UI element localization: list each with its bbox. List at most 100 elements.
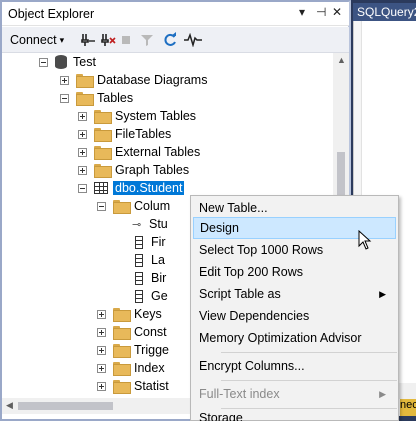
- collapse-icon[interactable]: [39, 57, 48, 67]
- tree-node-columns[interactable]: Colum: [97, 197, 170, 215]
- refresh-icon[interactable]: [162, 31, 178, 49]
- folder-icon: [76, 74, 94, 88]
- menu-item-memory-optimization-advisor[interactable]: Memory Optimization Advisor: [193, 327, 396, 349]
- mouse-cursor-icon: [358, 230, 372, 250]
- folder-icon: [113, 380, 131, 394]
- folder-icon: [113, 344, 131, 358]
- column-icon: [135, 253, 143, 267]
- filetables-label: FileTables: [115, 127, 172, 141]
- expand-icon[interactable]: [78, 129, 87, 139]
- menu-separator: [221, 408, 397, 409]
- folder-icon: [113, 326, 131, 340]
- expand-icon[interactable]: [78, 147, 87, 157]
- connect-icon[interactable]: [80, 31, 96, 49]
- column-icon: [135, 289, 143, 303]
- tree-node-column[interactable]: Ge: [135, 287, 168, 305]
- menu-item-view-dependencies[interactable]: View Dependencies: [193, 305, 396, 327]
- folder-icon: [94, 110, 112, 124]
- tree-node-database[interactable]: Test: [39, 53, 96, 71]
- tree-node-graph-tables[interactable]: Graph Tables: [78, 161, 189, 179]
- disconnect-icon[interactable]: [100, 31, 116, 49]
- auto-hide-pin-icon[interactable]: ⊣: [316, 5, 326, 19]
- menu-item-label: Storage: [199, 411, 243, 421]
- filter-icon[interactable]: [140, 31, 154, 49]
- window-position-dropdown-icon[interactable]: ▾: [299, 5, 305, 19]
- expand-icon[interactable]: [60, 75, 69, 85]
- tables-label: Tables: [97, 91, 134, 105]
- tree-node-indexes[interactable]: Index: [97, 359, 165, 377]
- status-strip: nec: [400, 399, 416, 416]
- tree-node-keys[interactable]: Keys: [97, 305, 162, 323]
- expand-icon[interactable]: [97, 327, 106, 337]
- tab-sqlquery2[interactable]: SQLQuery2: [353, 3, 416, 21]
- collapse-icon[interactable]: [97, 201, 106, 211]
- tree-node-database-diagrams[interactable]: Database Diagrams: [60, 71, 207, 89]
- context-menu: New Table... Design Select Top 1000 Rows…: [190, 195, 399, 421]
- menu-item-storage[interactable]: Storage: [193, 411, 396, 421]
- menu-item-edit-top-200-rows[interactable]: Edit Top 200 Rows: [193, 261, 396, 283]
- menu-item-label: Encrypt Columns...: [199, 359, 305, 373]
- tree-node-dbo-student[interactable]: dbo.Student: [78, 179, 185, 197]
- column-label: Fir: [151, 235, 166, 249]
- database-label: Test: [73, 55, 96, 69]
- expand-icon[interactable]: [97, 381, 106, 391]
- tree-node-system-tables[interactable]: System Tables: [78, 107, 196, 125]
- menu-item-encrypt-columns[interactable]: Encrypt Columns...: [193, 355, 396, 377]
- activity-monitor-icon[interactable]: [184, 31, 202, 49]
- graph-tables-label: Graph Tables: [115, 163, 190, 177]
- expand-icon[interactable]: [97, 363, 106, 373]
- menu-item-full-text-index[interactable]: Full-Text index ▶: [193, 383, 396, 405]
- menu-item-new-table[interactable]: New Table...: [193, 197, 396, 219]
- tree-node-column[interactable]: Bir: [135, 269, 166, 287]
- folder-icon: [94, 164, 112, 178]
- chevron-down-icon: ▾: [59, 34, 65, 45]
- triggers-label: Trigge: [134, 343, 169, 357]
- folder-icon: [76, 92, 94, 106]
- submenu-arrow-icon: ▶: [379, 288, 386, 299]
- tree-node-constraints[interactable]: Const: [97, 323, 167, 341]
- expand-icon[interactable]: [78, 111, 87, 121]
- selected-table-label: dbo.Student: [113, 181, 185, 195]
- database-diagrams-label: Database Diagrams: [97, 73, 208, 87]
- menu-item-label: Design: [200, 221, 239, 235]
- column-icon: [135, 271, 143, 285]
- expand-icon[interactable]: [97, 345, 106, 355]
- scroll-left-icon[interactable]: ◀: [6, 400, 13, 411]
- scroll-up-icon[interactable]: ▲: [337, 55, 346, 65]
- collapse-icon[interactable]: [60, 93, 69, 103]
- menu-item-label: Full-Text index: [199, 387, 280, 401]
- keys-label: Keys: [134, 307, 162, 321]
- connect-button[interactable]: Connect ▾: [10, 31, 64, 49]
- object-explorer-title: Object Explorer: [8, 7, 95, 21]
- tree-node-statistics[interactable]: Statist: [97, 377, 169, 395]
- object-explorer-title-bar: Object Explorer ▾ ⊣ ✕: [2, 2, 349, 26]
- external-tables-label: External Tables: [115, 145, 201, 159]
- column-icon: [135, 235, 143, 249]
- connect-label: Connect: [10, 33, 57, 47]
- menu-item-label: Edit Top 200 Rows: [199, 265, 303, 279]
- system-tables-label: System Tables: [115, 109, 197, 123]
- scrollbar-thumb[interactable]: [18, 402, 113, 410]
- submenu-arrow-icon: ▶: [379, 388, 386, 399]
- database-icon: [55, 55, 67, 69]
- stop-icon[interactable]: [120, 31, 132, 49]
- collapse-icon[interactable]: [78, 183, 87, 193]
- tree-node-column-key[interactable]: ⊸ Stu: [132, 215, 168, 233]
- tree-node-external-tables[interactable]: External Tables: [78, 143, 200, 161]
- tree-node-filetables[interactable]: FileTables: [78, 125, 171, 143]
- tree-node-column[interactable]: Fir: [135, 233, 166, 251]
- expand-icon[interactable]: [78, 165, 87, 175]
- menu-item-script-table-as[interactable]: Script Table as ▶: [193, 283, 396, 305]
- column-label: Ge: [151, 289, 168, 303]
- menu-item-label: New Table...: [199, 201, 268, 215]
- expand-icon[interactable]: [97, 309, 106, 319]
- tree-node-tables[interactable]: Tables: [60, 89, 133, 107]
- folder-icon: [113, 362, 131, 376]
- tree-node-triggers[interactable]: Trigge: [97, 341, 169, 359]
- columns-label: Colum: [134, 199, 171, 213]
- tree-node-column[interactable]: La: [135, 251, 165, 269]
- folder-icon: [113, 308, 131, 322]
- menu-item-label: Select Top 1000 Rows: [199, 243, 324, 257]
- menu-item-label: View Dependencies: [199, 309, 310, 323]
- close-icon[interactable]: ✕: [332, 5, 342, 19]
